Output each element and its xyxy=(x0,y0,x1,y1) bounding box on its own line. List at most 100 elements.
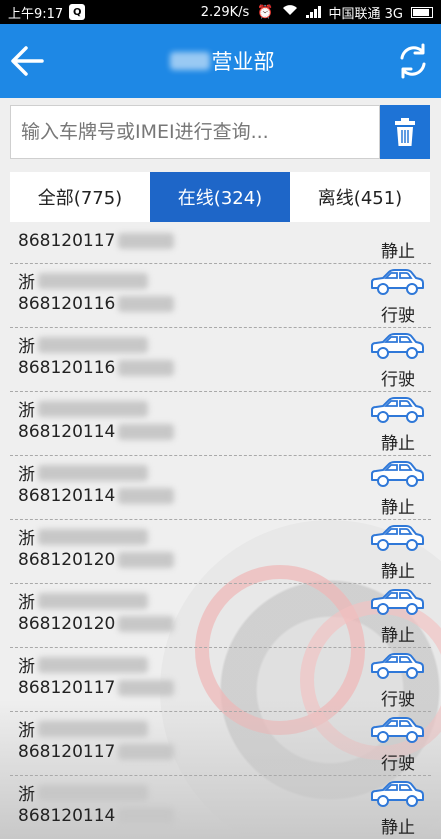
status-time: 上午9:17 xyxy=(8,6,64,22)
imei-number: 868120114 xyxy=(18,422,116,442)
filter-tabs: 全部(775) 在线(324) 离线(451) xyxy=(10,172,431,222)
car-icon xyxy=(369,588,425,618)
redacted-imei xyxy=(118,616,175,632)
page-title: 营业部 xyxy=(0,24,441,98)
vehicle-state: 静止 xyxy=(381,626,415,646)
trash-icon xyxy=(395,118,415,146)
vehicle-state: 静止 xyxy=(381,434,415,454)
signal-icon xyxy=(305,6,321,18)
plate-line: 浙 xyxy=(18,268,148,293)
plate-line: 浙 xyxy=(18,332,148,357)
plate-number: 浙 xyxy=(18,273,35,293)
plate-number: 浙 xyxy=(18,785,35,805)
vehicle-list: 868120117 静止浙 868120116 行驶浙 868120116 行驶浙 8681… xyxy=(10,226,431,839)
vehicle-row[interactable]: 浙 868120116 行驶 xyxy=(10,328,431,392)
plate-number: 浙 xyxy=(18,337,35,357)
imei-line: 868120116 xyxy=(18,294,175,314)
imei-number: 868120117 xyxy=(18,678,116,698)
car-icon xyxy=(369,268,425,298)
redacted-imei xyxy=(118,808,175,824)
carrier-name: 中国联通 3G xyxy=(328,6,403,22)
redacted-imei xyxy=(118,680,175,696)
battery-icon xyxy=(411,6,433,18)
imei-number: 868120117 xyxy=(18,231,116,251)
net-speed: 2.29K/s xyxy=(200,4,250,20)
vehicle-row[interactable]: 浙 868120114 静止 xyxy=(10,456,431,520)
imei-line: 868120114 xyxy=(18,486,175,506)
imei-line: 868120117 xyxy=(18,231,175,251)
car-icon xyxy=(369,460,425,490)
imei-number: 868120120 xyxy=(18,614,116,634)
search-input[interactable] xyxy=(10,105,380,159)
imei-number: 868120120 xyxy=(18,550,116,570)
redacted-plate xyxy=(38,464,148,481)
vehicle-state: 行驶 xyxy=(381,690,415,710)
vehicle-state: 行驶 xyxy=(381,370,415,390)
tab-all[interactable]: 全部(775) xyxy=(10,172,150,222)
redacted-imei xyxy=(118,488,175,504)
imei-number: 868120116 xyxy=(18,294,116,314)
redacted-plate xyxy=(38,336,148,353)
plate-line: 浙 xyxy=(18,652,148,677)
redacted-plate xyxy=(38,528,148,545)
vehicle-state: 静止 xyxy=(381,818,415,838)
imei-number: 868120114 xyxy=(18,486,116,506)
alarm-icon: ⏰ xyxy=(257,4,274,20)
imei-number: 868120117 xyxy=(18,742,116,762)
imei-line: 868120117 xyxy=(18,678,175,698)
vehicle-state: 行驶 xyxy=(381,306,415,326)
plate-line: 浙 xyxy=(18,780,148,805)
wifi-icon xyxy=(282,4,298,20)
vehicle-state: 静止 xyxy=(381,242,415,262)
redacted-plate xyxy=(38,656,148,673)
vehicle-state: 静止 xyxy=(381,498,415,518)
vehicle-row[interactable]: 浙 868120117 行驶 xyxy=(10,648,431,712)
plate-line: 浙 xyxy=(18,460,148,485)
plate-number: 浙 xyxy=(18,657,35,677)
redacted-imei xyxy=(118,233,175,249)
redacted-plate xyxy=(38,720,148,737)
vehicle-state: 静止 xyxy=(381,562,415,582)
imei-number: 868120116 xyxy=(18,358,116,378)
plate-line: 浙 xyxy=(18,588,148,613)
imei-line: 868120120 xyxy=(18,550,175,570)
car-icon xyxy=(369,780,425,810)
vehicle-row[interactable]: 868120117 静止 xyxy=(10,226,431,264)
redacted-plate xyxy=(38,592,148,609)
vehicle-row[interactable]: 浙 868120120 静止 xyxy=(10,520,431,584)
imei-line: 868120116 xyxy=(18,358,175,378)
imei-line: 868120117 xyxy=(18,742,175,762)
imei-line: 868120114 xyxy=(18,422,175,442)
app-header: 营业部 xyxy=(0,24,441,98)
redacted-imei xyxy=(118,744,175,760)
plate-number: 浙 xyxy=(18,529,35,549)
imei-line: 868120114 xyxy=(18,806,175,826)
plate-number: 浙 xyxy=(18,401,35,421)
redacted-branch-name xyxy=(169,52,210,70)
car-icon xyxy=(369,332,425,362)
refresh-button[interactable] xyxy=(393,41,433,81)
car-icon xyxy=(369,716,425,746)
redacted-imei xyxy=(118,552,175,568)
clear-search-button[interactable] xyxy=(380,105,430,159)
vehicle-row[interactable]: 浙 868120116 行驶 xyxy=(10,264,431,328)
search-bar xyxy=(10,105,430,159)
qq-notification-icon: Q xyxy=(69,4,86,20)
car-icon xyxy=(369,652,425,682)
vehicle-row[interactable]: 浙 868120114 静止 xyxy=(10,392,431,456)
vehicle-state: 行驶 xyxy=(381,754,415,774)
imei-number: 868120114 xyxy=(18,806,116,826)
vehicle-row[interactable]: 浙 868120117 行驶 xyxy=(10,712,431,776)
plate-line: 浙 xyxy=(18,524,148,549)
plate-line: 浙 xyxy=(18,396,148,421)
refresh-icon xyxy=(400,43,426,79)
page-title-text: 营业部 xyxy=(211,50,275,74)
tab-online[interactable]: 在线(324) xyxy=(150,172,290,222)
tab-offline[interactable]: 离线(451) xyxy=(290,172,430,222)
plate-number: 浙 xyxy=(18,721,35,741)
plate-line: 浙 xyxy=(18,716,148,741)
vehicle-row[interactable]: 浙 868120114 静止 xyxy=(10,776,431,839)
vehicle-row[interactable]: 浙 868120120 静止 xyxy=(10,584,431,648)
status-bar: 上午9:17 Q 2.29K/s ⏰ 中国联通 3G xyxy=(0,0,441,24)
redacted-plate xyxy=(38,784,148,801)
